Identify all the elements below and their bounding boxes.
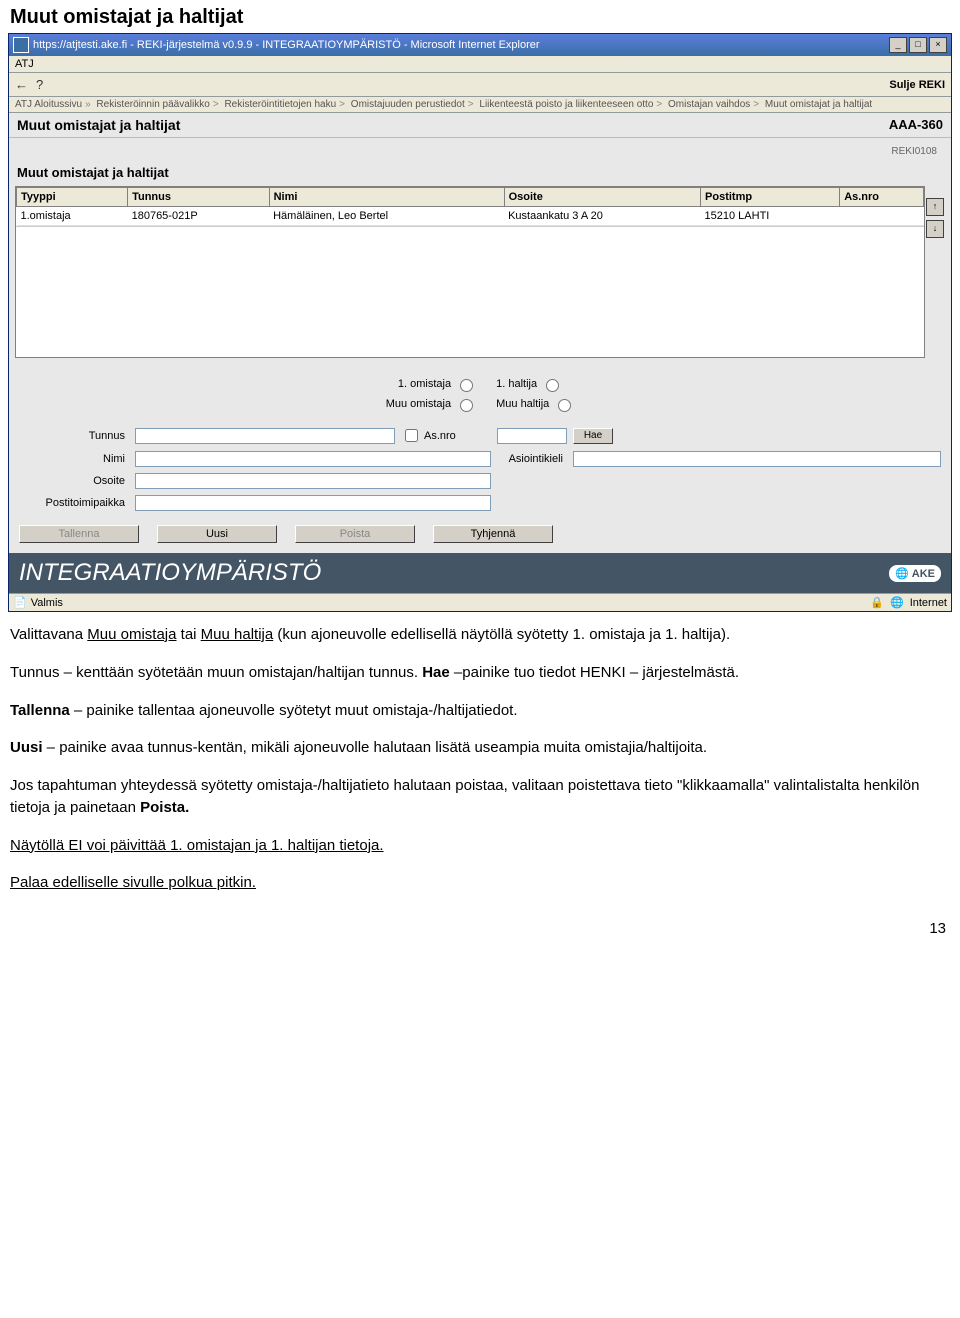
sulje-reki-link[interactable]: Sulje REKI xyxy=(889,79,945,91)
help-icon[interactable]: ? xyxy=(36,77,43,92)
page-header: Muut omistajat ja haltijat AAA-360 xyxy=(9,113,951,138)
crumb[interactable]: Rekisteröintitietojen haku xyxy=(224,99,336,110)
lock-icon: 🔒 xyxy=(870,596,884,609)
posti-input[interactable] xyxy=(135,495,491,511)
crumb[interactable]: ATJ Aloitussivu xyxy=(15,99,82,110)
crumb[interactable]: Omistajan vaihdos xyxy=(668,99,750,110)
kieli-label: Asiointikieli xyxy=(497,453,567,465)
breadcrumb: ATJ Aloitussivu» Rekisteröinnin päävalik… xyxy=(9,97,951,113)
col-tunnus[interactable]: Tunnus xyxy=(128,188,270,207)
maximize-button[interactable]: □ xyxy=(909,37,927,53)
radio-1-omistaja[interactable]: 1. omistaja xyxy=(398,376,476,392)
uusi-button[interactable]: Uusi xyxy=(157,525,277,543)
role-radios: 1. omistaja 1. haltija Muu omistaja Muu … xyxy=(15,376,945,412)
col-nimi[interactable]: Nimi xyxy=(269,188,504,207)
status-text: Valmis xyxy=(31,597,63,609)
zone-icon: 🌐 xyxy=(890,596,904,609)
status-icon: 📄 xyxy=(13,596,27,609)
crumb[interactable]: Liikenteestä poisto ja liikenteeseen ott… xyxy=(479,99,653,110)
menubar: ATJ xyxy=(9,56,951,73)
move-up-button[interactable]: ↑ xyxy=(926,198,944,216)
cell-nimi: Hämäläinen, Leo Bertel xyxy=(269,207,504,226)
table-row[interactable]: 1.omistaja 180765-021P Hämäläinen, Leo B… xyxy=(17,207,924,226)
zone-text: Internet xyxy=(910,597,947,609)
crumb[interactable]: Rekisteröinnin päävalikko xyxy=(96,99,209,110)
cell-asnro xyxy=(840,207,924,226)
crumb[interactable]: Muut omistajat ja haltijat xyxy=(765,99,872,110)
window-title: https://atjtesti.ake.fi - REKI-järjestel… xyxy=(33,39,889,51)
minimize-button[interactable]: _ xyxy=(889,37,907,53)
nimi-label: Nimi xyxy=(19,453,129,465)
radio-muu-haltija[interactable]: Muu haltija xyxy=(496,396,574,412)
radio-1-haltija[interactable]: 1. haltija xyxy=(496,376,562,392)
env-banner: INTEGRAATIOYMPÄRISTÖ 🌐 AKE xyxy=(9,553,951,593)
move-down-button[interactable]: ↓ xyxy=(926,220,944,238)
page-id: REKI0108 xyxy=(15,144,945,159)
nimi-input[interactable] xyxy=(135,451,491,467)
asnro-input[interactable] xyxy=(497,428,567,444)
browser-window: https://atjtesti.ake.fi - REKI-järjestel… xyxy=(8,33,952,612)
close-button[interactable]: × xyxy=(929,37,947,53)
cell-postitmp: 15210 LAHTI xyxy=(701,207,840,226)
cell-tunnus: 180765-021P xyxy=(128,207,270,226)
poista-button[interactable]: Poista xyxy=(295,525,415,543)
doc-body: Valittavana Muu omistaja tai Muu haltija… xyxy=(0,612,960,916)
titlebar: https://atjtesti.ake.fi - REKI-järjestel… xyxy=(9,34,951,56)
toolbar: ← ? Sulje REKI xyxy=(9,73,951,97)
posti-label: Postitoimipaikka xyxy=(19,497,129,509)
section-title: Muut omistajat ja haltijat xyxy=(17,165,943,180)
cell-tyyppi: 1.omistaja xyxy=(17,207,128,226)
hae-button[interactable]: Hae xyxy=(573,428,613,444)
tallenna-button[interactable]: Tallenna xyxy=(19,525,139,543)
cell-osoite: Kustaankatu 3 A 20 xyxy=(504,207,700,226)
radio-muu-omistaja[interactable]: Muu omistaja xyxy=(386,396,476,412)
osoite-label: Osoite xyxy=(19,475,129,487)
col-asnro[interactable]: As.nro xyxy=(840,188,924,207)
statusbar: 📄 Valmis 🔒 🌐 Internet xyxy=(9,593,951,611)
col-tyyppi[interactable]: Tyyppi xyxy=(17,188,128,207)
reg-number: AAA-360 xyxy=(889,117,943,133)
ie-icon xyxy=(13,37,29,53)
doc-title: Muut omistajat ja haltijat xyxy=(10,6,950,29)
kieli-input[interactable] xyxy=(573,451,941,467)
ake-logo: 🌐 AKE xyxy=(889,565,941,582)
crumb[interactable]: Omistajuuden perustiedot xyxy=(351,99,465,110)
page-number: 13 xyxy=(0,916,960,945)
col-postitmp[interactable]: Postitmp xyxy=(701,188,840,207)
osoite-input[interactable] xyxy=(135,473,491,489)
owners-table: Tyyppi Tunnus Nimi Osoite Postitmp As.nr… xyxy=(15,186,925,358)
asnro-checkbox[interactable]: As.nro xyxy=(401,426,491,445)
page-title: Muut omistajat ja haltijat xyxy=(17,117,180,133)
tunnus-input[interactable] xyxy=(135,428,395,444)
col-osoite[interactable]: Osoite xyxy=(504,188,700,207)
list-empty-area xyxy=(16,226,924,357)
tyhjenna-button[interactable]: Tyhjennä xyxy=(433,525,553,543)
back-icon[interactable]: ← xyxy=(15,77,28,92)
tunnus-label: Tunnus xyxy=(19,430,129,442)
